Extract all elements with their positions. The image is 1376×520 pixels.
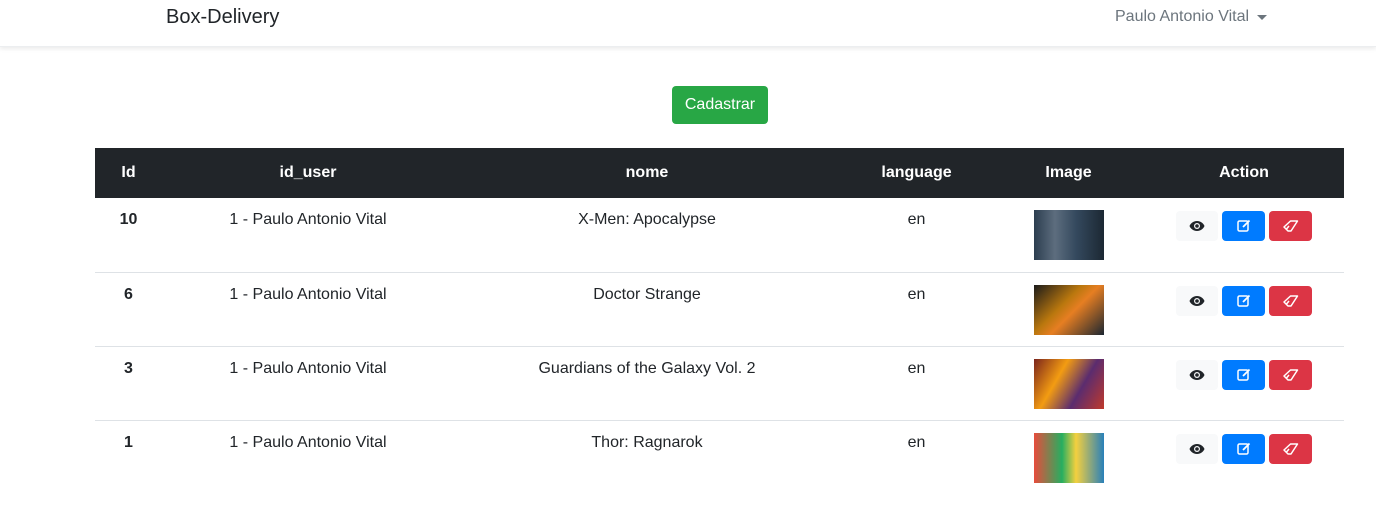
poster-thumbnail: [1033, 432, 1104, 483]
cell-id: 1: [95, 419, 162, 494]
table-row: 6 1 - Paulo Antonio Vital Doctor Strange…: [95, 271, 1344, 346]
eye-icon: [1189, 295, 1205, 306]
edit-icon: [1236, 294, 1250, 307]
edit-button[interactable]: [1222, 211, 1265, 241]
header-nome: nome: [454, 148, 840, 198]
cell-id-user: 1 - Paulo Antonio Vital: [229, 211, 387, 228]
header-id: Id: [95, 148, 162, 198]
table-row: 1 1 - Paulo Antonio Vital Thor: Ragnarok…: [95, 419, 1344, 494]
cell-id-user: 1 - Paulo Antonio Vital: [162, 345, 454, 420]
eye-icon: [1189, 443, 1205, 454]
cell-actions: [1144, 345, 1344, 420]
edit-button[interactable]: [1222, 359, 1265, 390]
table-row: 3 1 - Paulo Antonio Vital Guardians of t…: [95, 345, 1344, 420]
cell-id: 3: [95, 345, 162, 420]
cell-actions: [1144, 419, 1344, 494]
header-image: Image: [993, 148, 1144, 198]
edit-icon: [1236, 368, 1250, 381]
view-button[interactable]: [1176, 359, 1218, 390]
cell-language: en: [840, 271, 993, 346]
header-action: Action: [1144, 148, 1344, 198]
edit-button[interactable]: [1222, 433, 1265, 464]
view-button[interactable]: [1176, 211, 1218, 241]
delete-button[interactable]: [1269, 211, 1312, 241]
view-button[interactable]: [1176, 285, 1218, 316]
user-dropdown[interactable]: Paulo Antonio Vital: [1115, 8, 1268, 26]
navbar: Box-Delivery Paulo Antonio Vital: [0, 0, 1376, 47]
eraser-icon: [1282, 220, 1298, 232]
view-button[interactable]: [1176, 433, 1218, 464]
eraser-icon: [1282, 294, 1298, 307]
poster-thumbnail: [1033, 358, 1104, 409]
cadastrar-button[interactable]: Cadastrar: [672, 86, 768, 124]
cell-nome: Guardians of the Galaxy Vol. 2: [454, 345, 840, 420]
brand-logo[interactable]: Box-Delivery: [166, 6, 279, 29]
eye-icon: [1189, 221, 1205, 231]
user-name: Paulo Antonio Vital: [1115, 8, 1250, 25]
eraser-icon: [1282, 368, 1298, 381]
edit-icon: [1236, 442, 1250, 455]
cell-image: [993, 271, 1144, 346]
delete-button[interactable]: [1269, 285, 1312, 316]
cell-actions: [1144, 198, 1344, 272]
cell-nome: Doctor Strange: [454, 271, 840, 346]
table-header-row: Id id_user nome language Image Action: [95, 148, 1344, 198]
cell-actions: [1144, 271, 1344, 346]
cell-language: en: [907, 211, 926, 228]
cell-id: 6: [95, 271, 162, 346]
edit-button[interactable]: [1222, 285, 1265, 316]
delete-button[interactable]: [1269, 359, 1312, 390]
eraser-icon: [1282, 442, 1298, 455]
edit-icon: [1236, 219, 1250, 232]
cell-nome: X-Men: Apocalypse: [578, 211, 716, 228]
cell-language: en: [840, 345, 993, 420]
movies-table: Id id_user nome language Image Action 10…: [95, 148, 1344, 494]
poster-thumbnail: [1033, 284, 1104, 335]
header-id-user: id_user: [162, 148, 454, 198]
cell-nome: Thor: Ragnarok: [454, 419, 840, 494]
header-language: language: [840, 148, 993, 198]
cell-id-user: 1 - Paulo Antonio Vital: [162, 419, 454, 494]
cell-id-user: 1 - Paulo Antonio Vital: [162, 271, 454, 346]
eye-icon: [1189, 369, 1205, 380]
caret-down-icon: [1257, 15, 1268, 20]
table-row: 10 1 - Paulo Antonio Vital X-Men: Apocal…: [95, 198, 1344, 272]
cell-id: 10: [119, 211, 138, 228]
cell-image: [993, 345, 1144, 420]
cell-image: [993, 419, 1144, 494]
delete-button[interactable]: [1269, 433, 1312, 464]
cell-language: en: [840, 419, 993, 494]
cell-image: [993, 198, 1144, 272]
poster-thumbnail: [1033, 210, 1104, 260]
